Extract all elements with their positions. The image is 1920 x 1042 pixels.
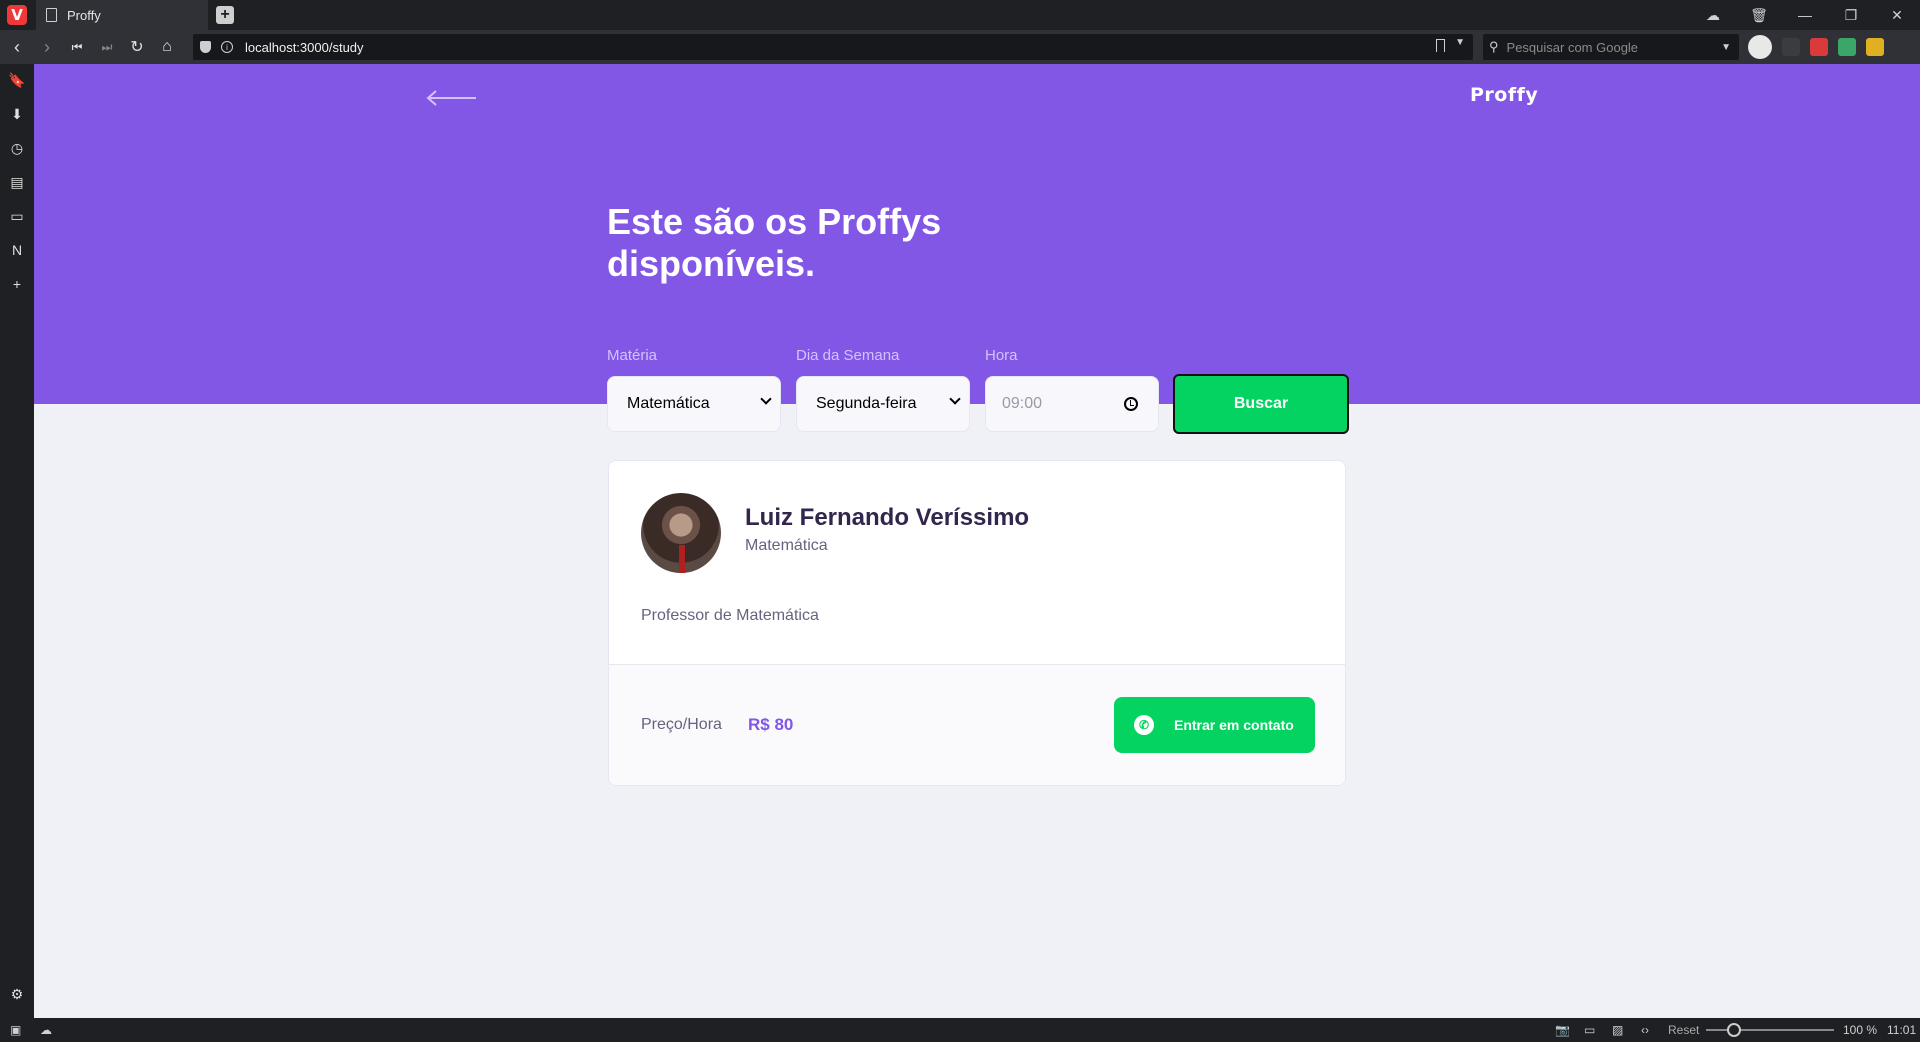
teacher-avatar bbox=[641, 493, 721, 573]
extensions-area bbox=[1748, 35, 1884, 59]
teacher-bio: Professor de Matemática bbox=[641, 607, 819, 624]
cloud-icon[interactable]: ☁ bbox=[1690, 0, 1736, 30]
chevron-down-icon bbox=[760, 393, 772, 405]
info-icon[interactable]: i bbox=[221, 41, 233, 53]
tab-title: Proffy bbox=[67, 7, 101, 23]
search-field[interactable]: ⚲ Pesquisar com Google ▼ bbox=[1483, 34, 1739, 60]
extension-red-icon[interactable] bbox=[1810, 38, 1828, 56]
reload-icon[interactable]: ↻ bbox=[122, 32, 152, 62]
page-title: Este são os Proffys disponíveis. bbox=[607, 201, 942, 284]
sync-cloud-icon[interactable]: ☁ bbox=[40, 1023, 52, 1037]
browser-tab[interactable]: Proffy bbox=[36, 0, 208, 30]
tiling-icon[interactable]: ▭ bbox=[1584, 1023, 1595, 1037]
vivaldi-logo-icon[interactable]: V bbox=[7, 5, 27, 25]
zoom-slider[interactable] bbox=[1706, 1029, 1834, 1031]
shield-icon[interactable] bbox=[200, 41, 211, 53]
browser-toolbar: ‹ › ⏮ ⏭ ↻ ⌂ i localhost:3000/study ▼ ⚲ P… bbox=[0, 30, 1920, 64]
search-placeholder: Pesquisar com Google bbox=[1506, 39, 1639, 55]
subject-value: Matemática bbox=[627, 395, 710, 412]
reader-mode-icon[interactable] bbox=[1782, 38, 1800, 56]
chevron-down-icon[interactable]: ▼ bbox=[1721, 42, 1731, 53]
notion-icon[interactable]: N bbox=[9, 242, 25, 258]
panel-toggle-icon[interactable]: ▣ bbox=[10, 1023, 21, 1037]
page-header: Proffy Este são os Proffys disponíveis. … bbox=[34, 64, 1920, 404]
bookmark-icon[interactable] bbox=[1436, 39, 1445, 52]
search-button[interactable]: Buscar bbox=[1173, 374, 1349, 434]
browser-sidebar: 🔖 ⬇ ◷ ▤ ▭ N + ⚙ bbox=[0, 64, 34, 1018]
browser-statusbar: ▣ ☁ 📷 ▭ ▨ ‹› Reset 100 % 11:01 bbox=[0, 1018, 1920, 1042]
rewind-icon[interactable]: ⏮ bbox=[62, 32, 92, 62]
minimize-button[interactable]: — bbox=[1782, 0, 1828, 30]
subject-select[interactable]: Matemática bbox=[607, 376, 781, 432]
weekday-select[interactable]: Segunda-feira bbox=[796, 376, 970, 432]
page-icon bbox=[46, 8, 57, 22]
url-text: localhost:3000/study bbox=[245, 39, 364, 55]
price-label: Preço/Hora bbox=[641, 716, 722, 733]
brand-logo: Proffy bbox=[1470, 84, 1539, 106]
forward-icon[interactable]: › bbox=[32, 32, 62, 62]
restore-button[interactable]: ❐ bbox=[1828, 0, 1874, 30]
bookmarks-icon[interactable]: 🔖 bbox=[8, 72, 25, 88]
profile-avatar[interactable] bbox=[1748, 35, 1772, 59]
downloads-icon[interactable]: ⬇ bbox=[9, 106, 25, 122]
teacher-subject: Matemática bbox=[745, 537, 828, 554]
add-panel-icon[interactable]: + bbox=[9, 276, 25, 292]
weekday-value: Segunda-feira bbox=[816, 395, 917, 412]
browser-tabbar: V Proffy + ☁ 🗑 — ❐ ✕ bbox=[0, 0, 1920, 30]
page-content: Proffy Este são os Proffys disponíveis. … bbox=[34, 64, 1920, 1018]
fast-forward-icon[interactable]: ⏭ bbox=[92, 32, 122, 62]
code-icon[interactable]: ‹› bbox=[1641, 1023, 1649, 1037]
window-panel-icon[interactable]: ▭ bbox=[9, 208, 25, 224]
trash-icon[interactable]: 🗑 bbox=[1736, 0, 1782, 30]
teacher-card: Luiz Fernando Veríssimo Matemática Profe… bbox=[608, 460, 1346, 786]
price-value: R$ 80 bbox=[748, 715, 794, 734]
time-label: Hora bbox=[985, 347, 1018, 364]
weekday-label: Dia da Semana bbox=[796, 347, 900, 364]
time-value: 09:00 bbox=[1002, 395, 1043, 412]
chevron-down-icon bbox=[949, 393, 961, 405]
camera-icon[interactable]: 📷 bbox=[1555, 1023, 1570, 1037]
chevron-down-icon[interactable]: ▼ bbox=[1455, 37, 1465, 48]
teacher-card-footer: Preço/Hora R$ 80 ✆ Entrar em contato bbox=[609, 664, 1345, 785]
time-input[interactable]: 09:00 bbox=[985, 376, 1159, 432]
teacher-name: Luiz Fernando Veríssimo bbox=[745, 504, 1030, 531]
address-bar[interactable]: i localhost:3000/study ▼ bbox=[193, 34, 1473, 60]
images-icon[interactable]: ▨ bbox=[1612, 1023, 1623, 1037]
settings-icon[interactable]: ⚙ bbox=[9, 986, 25, 1002]
whatsapp-icon: ✆ bbox=[1134, 715, 1154, 735]
zoom-level: 100 % bbox=[1843, 1023, 1878, 1037]
home-icon[interactable]: ⌂ bbox=[152, 32, 182, 62]
clock-time: 11:01 bbox=[1887, 1023, 1917, 1037]
search-icon: ⚲ bbox=[1489, 39, 1499, 54]
subject-label: Matéria bbox=[607, 347, 658, 364]
new-tab-button[interactable]: + bbox=[216, 6, 234, 24]
extension-mail-icon[interactable] bbox=[1838, 38, 1856, 56]
contact-button-label: Entrar em contato bbox=[1174, 717, 1294, 733]
zoom-reset-button[interactable]: Reset bbox=[1668, 1023, 1699, 1037]
notes-icon[interactable]: ▤ bbox=[9, 174, 25, 190]
close-button[interactable]: ✕ bbox=[1874, 0, 1920, 30]
contact-button[interactable]: ✆ Entrar em contato bbox=[1114, 697, 1315, 753]
history-icon[interactable]: ◷ bbox=[9, 140, 25, 156]
back-arrow-icon[interactable] bbox=[426, 88, 478, 108]
zoom-slider-handle[interactable] bbox=[1727, 1023, 1741, 1037]
extension-puzzle-icon[interactable] bbox=[1866, 38, 1884, 56]
clock-icon[interactable] bbox=[1124, 397, 1138, 411]
back-icon[interactable]: ‹ bbox=[2, 32, 32, 62]
window-controls: ☁ 🗑 — ❐ ✕ bbox=[1690, 0, 1920, 30]
